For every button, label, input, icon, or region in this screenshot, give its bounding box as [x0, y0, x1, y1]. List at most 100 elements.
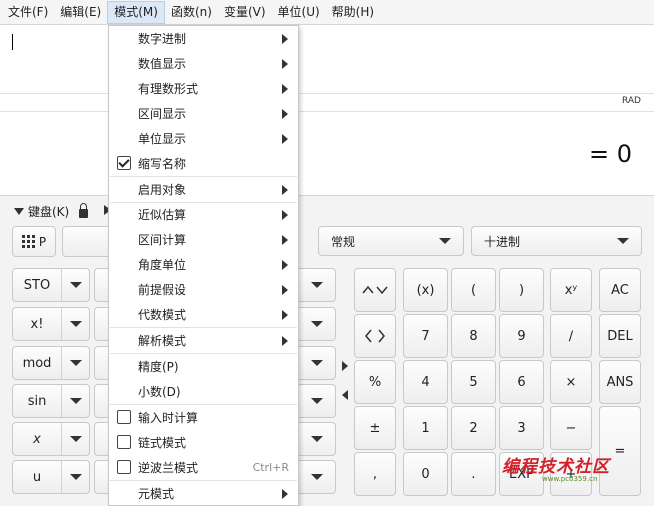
menu-item-label: 元模式	[138, 487, 175, 501]
watermark-url: www.pc0359.cn	[542, 475, 598, 483]
base-combo[interactable]: 十进制	[471, 226, 642, 256]
checkbox-unchecked-icon[interactable]	[117, 410, 131, 424]
chevron-down-icon	[310, 436, 323, 442]
multiply-key[interactable]: ×	[550, 360, 592, 404]
checkbox-checked-icon[interactable]	[117, 156, 131, 170]
menu-file[interactable]: 文件(F)	[2, 1, 54, 24]
digit-5-key[interactable]: 5	[451, 360, 496, 404]
keyboard-toggle[interactable]: 键盘(K)	[0, 200, 120, 222]
menu-item-interval-display[interactable]: 区间显示	[109, 101, 298, 126]
menu-item-number-base[interactable]: 数字进制	[109, 26, 298, 51]
delete-key[interactable]: DEL	[599, 314, 641, 358]
decimal-point-key[interactable]: .	[451, 452, 496, 496]
all-clear-key[interactable]: AC	[599, 268, 641, 312]
factorial-key[interactable]: x!	[12, 307, 90, 341]
comma-key[interactable]: ,	[354, 452, 396, 496]
digit-4-key[interactable]: 4	[403, 360, 448, 404]
factorial-key-label[interactable]: x!	[13, 308, 61, 340]
divide-key[interactable]: ∕	[550, 314, 592, 358]
col3-dropdown-6[interactable]	[298, 460, 336, 494]
keypad-button[interactable]: P	[12, 226, 56, 257]
menu-edit[interactable]: 编辑(E)	[54, 1, 107, 24]
menu-units[interactable]: 单位(U)	[272, 1, 326, 24]
menu-item-interval-calculation[interactable]: 区间计算	[109, 227, 298, 252]
menu-item-number-display[interactable]: 数值显示	[109, 51, 298, 76]
keypad-button-label: P	[38, 234, 47, 249]
sto-key-label[interactable]: STO	[13, 269, 61, 301]
menu-item-enable-objects[interactable]: 启用对象	[109, 177, 298, 202]
sin-key-label[interactable]: sin	[13, 385, 61, 417]
digit-8-key[interactable]: 8	[451, 314, 496, 358]
menu-item-unit-display[interactable]: 单位显示	[109, 126, 298, 151]
menu-item-meta-modes[interactable]: 元模式	[109, 481, 298, 506]
unit-key[interactable]: u	[12, 460, 90, 494]
mod-key-dropdown[interactable]	[61, 347, 89, 379]
col3-dropdown-3[interactable]	[298, 346, 336, 380]
menu-item-decimals[interactable]: 小数(D)	[109, 379, 298, 404]
minus-key[interactable]: −	[550, 406, 592, 450]
menu-item-rpn-mode[interactable]: 逆波兰模式 Ctrl+R	[109, 455, 298, 480]
submenu-arrow-icon	[282, 285, 288, 295]
menu-item-abbreviated-names[interactable]: 缩写名称	[109, 151, 298, 176]
unit-key-label[interactable]: u	[13, 461, 61, 493]
digit-0-key[interactable]: 0	[403, 452, 448, 496]
plus-minus-key[interactable]: ±	[354, 406, 396, 450]
open-paren-key[interactable]: (	[451, 268, 496, 312]
digit-6-key[interactable]: 6	[499, 360, 544, 404]
sto-key-dropdown[interactable]	[61, 269, 89, 301]
expression-input[interactable]	[0, 25, 654, 93]
variable-x-key[interactable]: x	[12, 422, 90, 456]
menu-item-calculate-as-you-type[interactable]: 输入时计算	[109, 405, 298, 430]
lock-icon[interactable]	[79, 202, 89, 218]
menu-item-parsing-mode[interactable]: 解析模式	[109, 328, 298, 353]
comma-key-label: ,	[372, 466, 378, 482]
checkbox-unchecked-icon[interactable]	[117, 435, 131, 449]
menu-item-angle-unit[interactable]: 角度单位	[109, 252, 298, 277]
answer-key[interactable]: ANS	[599, 360, 641, 404]
col3-dropdown-4[interactable]	[298, 384, 336, 418]
submenu-arrow-icon	[282, 489, 288, 499]
checkbox-unchecked-icon[interactable]	[117, 460, 131, 474]
col3-dropdown-5[interactable]	[298, 422, 336, 456]
watermark-logo: 编程技术社区 www.pc0359.cn	[502, 452, 642, 483]
menu-item-approximation[interactable]: 近似估算	[109, 202, 298, 227]
up-down-key[interactable]	[354, 268, 396, 312]
close-paren-key[interactable]: )	[499, 268, 544, 312]
menu-mode[interactable]: 模式(M)	[107, 0, 165, 24]
keyboard-label: 键盘(K)	[28, 204, 70, 219]
menu-help[interactable]: 帮助(H)	[326, 1, 380, 24]
sto-key[interactable]: STO	[12, 268, 90, 302]
percent-key[interactable]: %	[354, 360, 396, 404]
submenu-arrow-icon	[282, 336, 288, 346]
sin-key[interactable]: sin	[12, 384, 90, 418]
paren-x-key[interactable]: (x)	[403, 268, 448, 312]
col3-dropdown-2[interactable]	[298, 307, 336, 341]
menu-functions[interactable]: 函数(n)	[165, 1, 218, 24]
digit-2-key[interactable]: 2	[451, 406, 496, 450]
digit-9-key[interactable]: 9	[499, 314, 544, 358]
mod-key[interactable]: mod	[12, 346, 90, 380]
menu-item-chain-mode[interactable]: 链式模式	[109, 430, 298, 455]
variable-x-key-label[interactable]: x	[13, 423, 61, 455]
digit-7-key[interactable]: 7	[403, 314, 448, 358]
mod-key-label[interactable]: mod	[13, 347, 61, 379]
page-left-arrow-icon[interactable]	[342, 390, 348, 400]
menu-item-precision[interactable]: 精度(P)	[109, 354, 298, 379]
power-key[interactable]: xʸ	[550, 268, 592, 312]
menu-item-rational-form[interactable]: 有理数形式	[109, 76, 298, 101]
factorial-key-dropdown[interactable]	[61, 308, 89, 340]
variable-x-key-dropdown[interactable]	[61, 423, 89, 455]
col3-dropdown-1[interactable]	[298, 268, 336, 302]
menu-item-assumptions[interactable]: 前提假设	[109, 277, 298, 302]
menu-item-label: 缩写名称	[138, 157, 187, 171]
menu-item-label: 数值显示	[138, 57, 187, 71]
sin-key-dropdown[interactable]	[61, 385, 89, 417]
format-combo[interactable]: 常规	[318, 226, 464, 256]
left-right-key[interactable]	[354, 314, 396, 358]
menu-variables[interactable]: 变量(V)	[218, 1, 272, 24]
menu-item-algebra-mode[interactable]: 代数模式	[109, 302, 298, 327]
digit-1-key[interactable]: 1	[403, 406, 448, 450]
unit-key-dropdown[interactable]	[61, 461, 89, 493]
page-right-arrow-icon[interactable]	[342, 361, 348, 371]
digit-3-key[interactable]: 3	[499, 406, 544, 450]
